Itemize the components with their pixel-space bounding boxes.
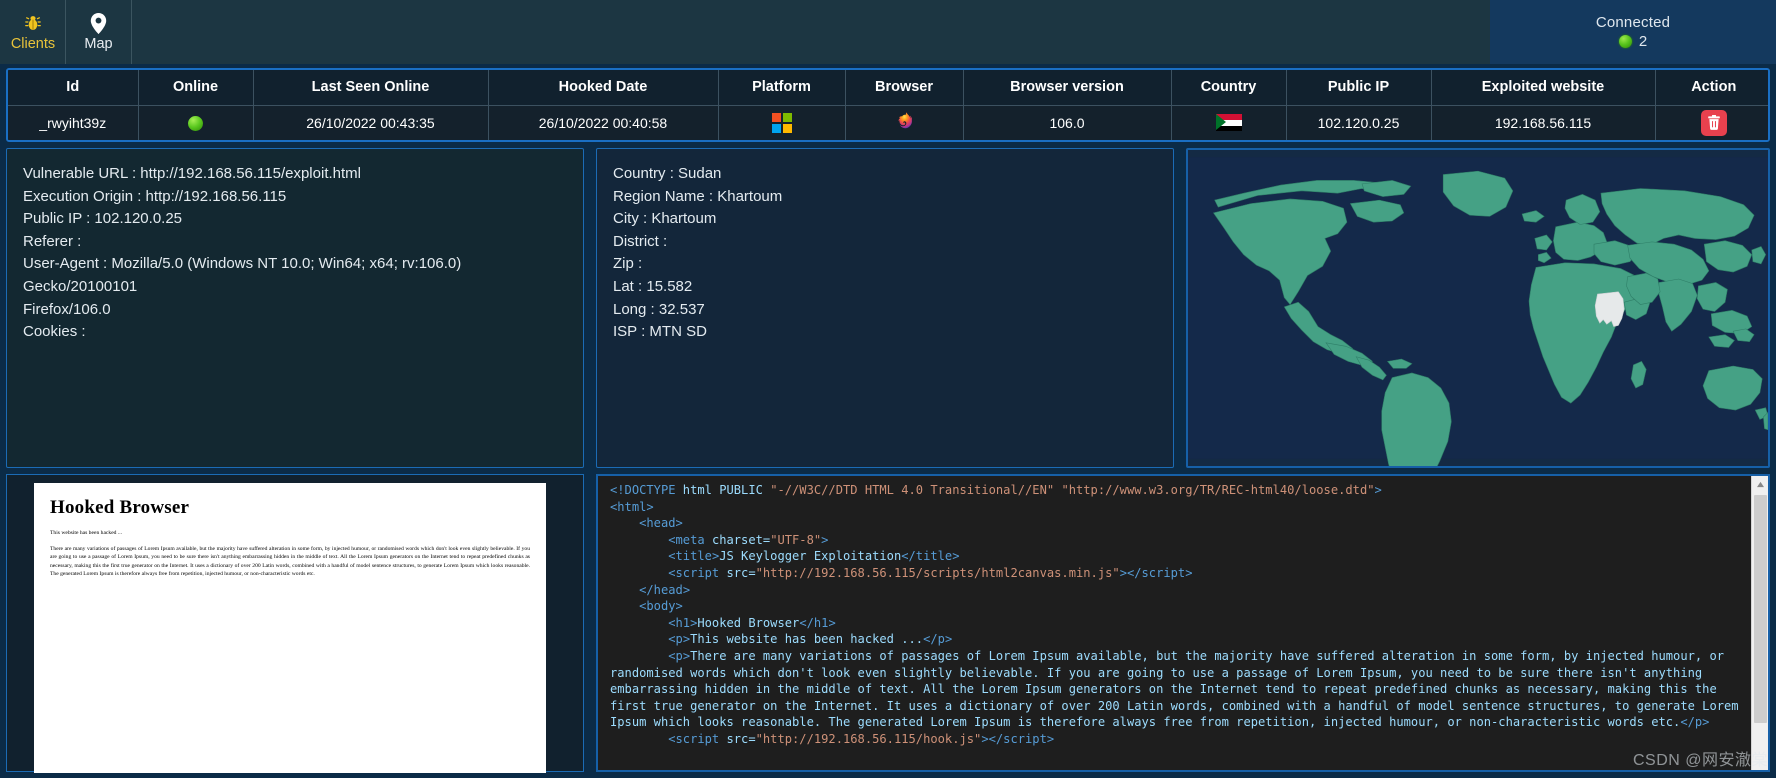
code-scrollbar[interactable] — [1751, 476, 1768, 770]
bug-icon — [23, 13, 43, 34]
geo-isp: ISP : MTN SD — [613, 323, 707, 341]
connection-status: Connected 2 — [1490, 0, 1776, 64]
cell-exploited-website: 192.168.56.115 — [1430, 104, 1656, 140]
geo-district: District : — [613, 232, 668, 250]
clients-table-panel: Id Online Last Seen Online Hooked Date P… — [6, 68, 1770, 142]
detail-execution-origin: Execution Origin : http://192.168.56.115 — [23, 187, 287, 205]
column-header-exploited-website[interactable]: Exploited website — [1430, 70, 1656, 106]
table-row[interactable]: _rwyiht39z 26/10/2022 00:43:35 26/10/202… — [8, 104, 1768, 140]
column-header-id[interactable]: Id — [8, 70, 139, 106]
cell-browser-version: 106.0 — [962, 104, 1172, 140]
column-header-hooked-date[interactable]: Hooked Date — [487, 70, 719, 106]
column-header-browser-version[interactable]: Browser version — [962, 70, 1172, 106]
clients-table: Id Online Last Seen Online Hooked Date P… — [8, 70, 1768, 140]
column-header-action[interactable]: Action — [1654, 70, 1768, 106]
detail-referer: Referer : — [23, 232, 82, 250]
column-header-last-seen-online[interactable]: Last Seen Online — [252, 70, 489, 106]
browser-details-panel: Vulnerable URL : http://192.168.56.115/e… — [6, 148, 584, 468]
cell-platform — [717, 104, 846, 140]
hooked-browser-preview-panel: Hooked Browser This website has been hac… — [6, 474, 584, 773]
table-header-row: Id Online Last Seen Online Hooked Date P… — [8, 70, 1768, 106]
detail-user-agent: User-Agent : Mozilla/5.0 (Windows NT 10.… — [23, 255, 462, 295]
windows-logo-icon — [771, 112, 792, 133]
geo-country: Country : Sudan — [613, 165, 722, 182]
map-pin-icon — [90, 12, 107, 34]
cell-browser — [844, 104, 964, 140]
nav-item-map[interactable]: Map — [66, 0, 132, 64]
geo-lat: Lat : 15.582 — [613, 277, 693, 295]
online-dot-icon — [188, 115, 203, 131]
cell-id: _rwyiht39z — [8, 104, 139, 140]
column-header-country[interactable]: Country — [1170, 70, 1287, 106]
connection-status-label: Connected — [1595, 14, 1671, 31]
scroll-up-arrow-icon[interactable] — [1751, 476, 1768, 493]
detail-vulnerable-url: Vulnerable URL : http://192.168.56.115/e… — [23, 165, 361, 182]
firefox-icon — [894, 112, 914, 134]
highlighted-country-sudan — [1594, 291, 1625, 327]
cell-action — [1654, 104, 1768, 140]
world-map-icon — [1188, 157, 1768, 466]
column-header-platform[interactable]: Platform — [717, 70, 846, 106]
status-dot-icon — [1618, 35, 1632, 48]
cell-online — [137, 104, 254, 140]
cell-public-ip: 102.120.0.25 — [1285, 104, 1432, 140]
top-navigation-bar: Clients Map Connected 2 — [0, 0, 1776, 64]
preview-heading: Hooked Browser — [50, 497, 190, 518]
geo-region-name: Region Name : Khartoum — [613, 187, 783, 205]
preview-paragraph-2: There are many variations of passages of… — [50, 546, 530, 578]
connection-count-row: 2 — [1618, 33, 1648, 50]
nav-item-map-label: Map — [84, 35, 113, 52]
geo-zip: Zip : — [613, 255, 643, 273]
page-source-code[interactable]: <!DOCTYPE html PUBLIC "-//W3C//DTD HTML … — [598, 476, 1751, 770]
column-header-browser[interactable]: Browser — [844, 70, 964, 106]
nav-item-clients[interactable]: Clients — [0, 0, 66, 64]
column-header-online[interactable]: Online — [137, 70, 254, 106]
geo-long: Long : 32.537 — [613, 300, 705, 318]
detail-cookies: Cookies : — [23, 323, 86, 341]
preview-paragraph-1: This website has been hacked ... — [50, 530, 123, 536]
cell-country — [1170, 104, 1287, 140]
detail-user-agent-cont: Firefox/106.0 — [23, 300, 111, 318]
scrollbar-thumb[interactable] — [1753, 495, 1767, 723]
nav-item-clients-label: Clients — [10, 35, 56, 52]
app-root: Clients Map Connected 2 Id Online Last S… — [0, 0, 1776, 778]
detail-public-ip: Public IP : 102.120.0.25 — [23, 210, 183, 228]
trash-icon — [1707, 115, 1720, 130]
nav-items: Clients Map — [0, 0, 132, 64]
delete-client-button[interactable] — [1700, 109, 1727, 136]
world-map-panel[interactable] — [1186, 148, 1770, 468]
geolocation-panel: Country : Sudan Region Name : Khartoum C… — [596, 148, 1174, 468]
cell-hooked-date: 26/10/2022 00:40:58 — [487, 104, 719, 140]
hooked-page-screenshot: Hooked Browser This website has been hac… — [34, 483, 546, 773]
column-header-public-ip[interactable]: Public IP — [1285, 70, 1432, 106]
page-source-panel[interactable]: <!DOCTYPE html PUBLIC "-//W3C//DTD HTML … — [596, 474, 1770, 772]
geo-city: City : Khartoum — [613, 210, 717, 228]
connection-count: 2 — [1638, 33, 1648, 50]
sudan-flag-icon — [1215, 114, 1242, 132]
cell-last-seen-online: 26/10/2022 00:43:35 — [252, 104, 489, 140]
